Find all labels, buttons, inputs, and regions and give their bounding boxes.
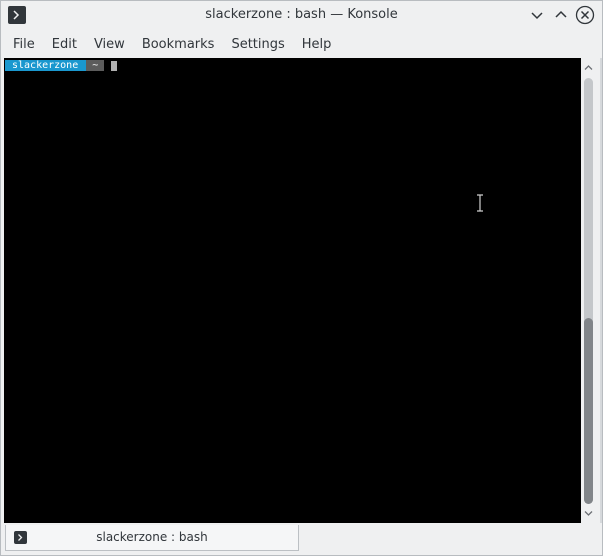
scroll-down-button[interactable] [583, 508, 594, 519]
scroll-up-button[interactable] [583, 62, 594, 73]
title-bar[interactable]: slackerzone : bash — Konsole [1, 1, 602, 30]
terminal-scrollbar[interactable] [581, 58, 596, 523]
chevron-up-icon [555, 10, 567, 18]
tab-label: slackerzone : bash [96, 530, 208, 544]
prompt-directory: ~ [86, 60, 105, 71]
chevron-down-icon [531, 12, 543, 20]
minimize-button[interactable] [527, 5, 547, 25]
close-icon [575, 5, 595, 25]
shell-prompt: slackerzone ~ [5, 60, 118, 71]
konsole-window: slackerzone : bash — Konsole File Edit V… [0, 0, 603, 556]
chevron-down-icon [584, 511, 593, 516]
menu-bar: File Edit View Bookmarks Settings Help [1, 30, 602, 58]
tab-bar: slackerzone : bash [1, 523, 602, 555]
chevron-up-icon [584, 65, 593, 70]
menu-file[interactable]: File [6, 33, 42, 56]
menu-bookmarks[interactable]: Bookmarks [135, 33, 222, 56]
menu-view[interactable]: View [87, 33, 132, 56]
close-button[interactable] [575, 5, 595, 25]
menu-edit[interactable]: Edit [45, 33, 84, 56]
scroll-thumb[interactable] [584, 318, 593, 504]
ibeam-cursor-icon [476, 194, 484, 212]
window-title: slackerzone : bash — Konsole [205, 7, 398, 22]
maximize-button[interactable] [551, 5, 571, 25]
prompt-user: slackerzone [5, 60, 87, 71]
window-edge [600, 58, 602, 555]
tab-bash[interactable]: slackerzone : bash [5, 525, 299, 551]
scroll-track[interactable] [584, 78, 593, 504]
text-cursor [111, 60, 118, 71]
terminal-area[interactable]: slackerzone ~ [4, 58, 581, 523]
menu-help[interactable]: Help [295, 33, 339, 56]
menu-settings[interactable]: Settings [224, 33, 291, 56]
